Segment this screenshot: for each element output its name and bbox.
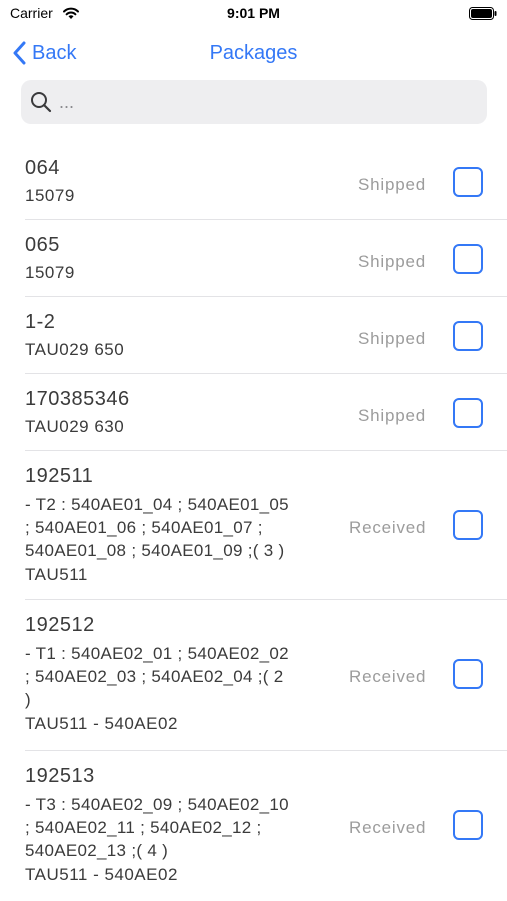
status-label: Received [349, 667, 427, 686]
package-reference: TAU029 650 [25, 340, 125, 359]
package-code: 1-2 [25, 311, 56, 333]
package-code: 064 [25, 157, 60, 179]
package-reference: TAU029 630 [25, 417, 125, 436]
package-code: 065 [25, 234, 60, 256]
description-line: ; 540AE01_06 ; 540AE01_07 ; [25, 518, 263, 537]
description-line: - T2 : 540AE01_04 ; 540AE01_05 [25, 495, 289, 514]
battery-icon [469, 7, 497, 20]
status-bar: Carrier 9:01 PM [0, 0, 507, 28]
status-label: Shipped [358, 252, 426, 271]
description-line: 540AE02_13 ;( 4 ) [25, 841, 169, 860]
list-item[interactable]: 1-2 TAU029 650 Shipped [25, 297, 507, 374]
package-code: 170385346 [25, 388, 130, 410]
list-item[interactable]: 065 15079 Shipped [25, 220, 507, 297]
list-item[interactable]: 192512 - T1 : 540AE02_01 ; 540AE02_02 ; … [25, 600, 507, 751]
package-list: 064 15079 Shipped 065 15079 Shipped 1-2 … [0, 143, 507, 901]
status-label: Received [349, 518, 427, 537]
select-checkbox[interactable] [453, 244, 483, 274]
status-label: Shipped [358, 406, 426, 425]
package-description: - T3 : 540AE02_09 ; 540AE02_10 ; 540AE02… [25, 793, 345, 862]
navigation-bar: Back Packages [0, 36, 507, 70]
description-line: 540AE01_08 ; 540AE01_09 ;( 3 ) [25, 541, 285, 560]
package-reference: 15079 [25, 263, 75, 282]
package-code: 192512 [25, 614, 95, 636]
select-checkbox[interactable] [453, 810, 483, 840]
description-line: ; 540AE02_11 ; 540AE02_12 ; [25, 818, 262, 837]
select-checkbox[interactable] [453, 398, 483, 428]
search-bar[interactable] [21, 80, 487, 124]
package-description: - T1 : 540AE02_01 ; 540AE02_02 ; 540AE02… [25, 642, 345, 711]
package-reference: TAU511 - 540AE02 [25, 714, 178, 733]
description-line: - T3 : 540AE02_09 ; 540AE02_10 [25, 795, 289, 814]
description-line: ; 540AE02_03 ; 540AE02_04 ;( 2 [25, 667, 284, 686]
list-item[interactable]: 170385346 TAU029 630 Shipped [25, 374, 507, 451]
search-icon [31, 92, 52, 113]
select-checkbox[interactable] [453, 659, 483, 689]
package-code: 192513 [25, 765, 95, 787]
select-checkbox[interactable] [453, 321, 483, 351]
package-description: - T2 : 540AE01_04 ; 540AE01_05 ; 540AE01… [25, 493, 345, 562]
status-label: Shipped [358, 329, 426, 348]
page-title: Packages [209, 42, 298, 64]
list-item[interactable]: 192511 - T2 : 540AE01_04 ; 540AE01_05 ; … [25, 451, 507, 600]
package-reference: 15079 [25, 186, 75, 205]
select-checkbox[interactable] [453, 510, 483, 540]
search-input[interactable] [57, 90, 461, 114]
package-reference: TAU511 [25, 565, 88, 584]
select-checkbox[interactable] [453, 167, 483, 197]
package-reference: TAU511 - 540AE02 [25, 865, 178, 884]
package-code: 192511 [25, 465, 94, 487]
status-label: Received [349, 818, 427, 837]
description-line: ) [25, 690, 31, 709]
description-line: - T1 : 540AE02_01 ; 540AE02_02 [25, 644, 289, 663]
list-item[interactable]: 064 15079 Shipped [25, 143, 507, 220]
list-item[interactable]: 192513 - T3 : 540AE02_09 ; 540AE02_10 ; … [25, 751, 507, 901]
status-label: Shipped [358, 175, 426, 194]
clock: 9:01 PM [227, 5, 280, 21]
